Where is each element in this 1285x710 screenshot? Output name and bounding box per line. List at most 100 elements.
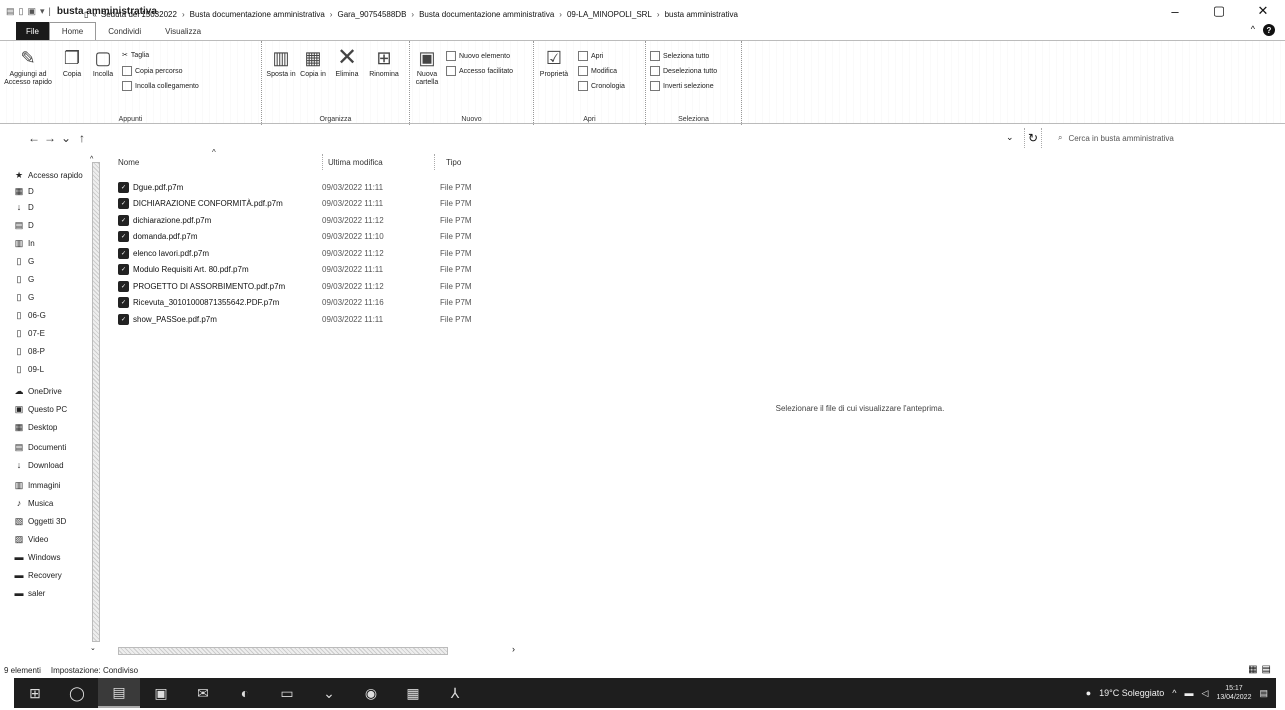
file-row[interactable]: ✓ show_PASSoe.pdf.p7m 09/03/2022 11:11 File… [118, 311, 518, 327]
maximize-button[interactable]: ▢ [1197, 0, 1241, 22]
ribbon-collapse-icon[interactable]: ^ [1251, 24, 1255, 36]
nav-item[interactable]: ▤ Documenti [14, 442, 94, 453]
nav-scroll-down-icon[interactable]: ⌄ [90, 644, 96, 652]
help-icon[interactable]: ? [1263, 24, 1275, 36]
search-taskbar-icon[interactable]: ◯ [56, 678, 98, 708]
file-row[interactable]: ✓ Dgue.pdf.p7m 09/03/2022 11:11 File P7M [118, 179, 518, 195]
properties-qat-icon[interactable]: ▯ [19, 6, 24, 17]
breadcrumb-3[interactable]: Busta documentazione amministrativa [419, 10, 554, 19]
file-row[interactable]: ✓ PROGETTO DI ASSORBIMENTO.pdf.p7m 09/03/2… [118, 278, 518, 294]
new-folder-button[interactable]: ▣ Nuova cartella [412, 47, 442, 87]
nav-item[interactable]: ↓ Download [14, 460, 94, 470]
file-row[interactable]: ✓ DICHIARAZIONE CONFORMITÀ.pdf.p7m 09/03/2… [118, 196, 518, 212]
tab-home[interactable]: Home [48, 22, 97, 40]
column-header-type[interactable]: Tipo [446, 158, 461, 167]
cut-button[interactable]: ✂ Taglia [122, 51, 149, 60]
nav-item[interactable]: ▧ Oggetti 3D [14, 516, 94, 527]
refresh-icon[interactable]: ↻ [1024, 128, 1042, 148]
breadcrumb-1[interactable]: Busta documentazione amministrativa [190, 10, 325, 19]
tab-share[interactable]: Condividi [96, 22, 153, 40]
up-arrow-icon[interactable]: ↑ [74, 131, 90, 145]
nav-item[interactable]: ▤ D [14, 220, 94, 231]
breadcrumb-0[interactable]: Seduta del 15032022 [101, 10, 177, 19]
breadcrumb-2[interactable]: Gara_90754588DB [337, 10, 406, 19]
notification-icon[interactable]: ▤ [1259, 688, 1268, 699]
nav-item[interactable]: ☁ OneDrive [14, 386, 94, 397]
open-button[interactable]: Apri [578, 51, 603, 61]
nav-item[interactable]: ↓ D [14, 202, 94, 212]
breadcrumb-4[interactable]: 09-LA_MINOPOLI_SRL [567, 10, 652, 19]
nav-item[interactable]: ▦ Desktop [14, 422, 94, 433]
easy-access-button[interactable]: Accesso facilitato [446, 66, 513, 76]
tab-view[interactable]: Visualizza [153, 22, 213, 40]
details-view-icon[interactable]: ▦ [1248, 664, 1257, 675]
horizontal-scrollbar[interactable] [118, 647, 448, 655]
column-header-modified[interactable]: Ultima modifica [328, 158, 383, 167]
nav-item[interactable]: ▯ 07-E [14, 328, 94, 339]
customize-qat-icon[interactable]: ▾ [40, 6, 45, 17]
history-button[interactable]: Cronologia [578, 81, 625, 91]
file-explorer-taskbar-icon[interactable]: ▤ [98, 678, 140, 708]
edit-button[interactable]: Modifica [578, 66, 617, 76]
tray-chevron-up-icon[interactable]: ^ [1172, 688, 1176, 698]
file-row[interactable]: ✓ dichiarazione.pdf.p7m 09/03/2022 11:12 Fi… [118, 212, 518, 228]
app3-taskbar-icon[interactable]: ▦ [392, 678, 434, 708]
invert-selection-button[interactable]: Inverti selezione [650, 81, 714, 91]
weather-text[interactable]: 19°C Soleggiato [1099, 688, 1164, 698]
hscroll-right-icon[interactable]: › [512, 644, 515, 654]
nav-item[interactable]: ▣ Questo PC [14, 404, 94, 415]
pin-quick-access-button[interactable]: ✎ Aggiungi ad Accesso rapido [4, 47, 52, 87]
file-row[interactable]: ✓ Modulo Requisiti Art. 80.pdf.p7m 09/03/2… [118, 262, 518, 278]
nav-item[interactable]: ▯ 09-L [14, 364, 94, 375]
nav-item[interactable]: ▯ G [14, 274, 94, 285]
nav-item[interactable]: ▬ Windows [14, 552, 94, 562]
acrobat-taskbar-icon[interactable]: ⅄ [434, 678, 476, 708]
minimize-button[interactable]: – [1153, 0, 1197, 22]
clock[interactable]: 15:17 13/04/2022 [1216, 684, 1251, 702]
file-row[interactable]: ✓ Ricevuta_30101000871355642.PDF.p7m 09/03… [118, 295, 518, 311]
copy-path-button[interactable]: Copia percorso [122, 66, 182, 76]
nav-item[interactable]: ▨ Video [14, 534, 94, 545]
windows-start-icon[interactable]: ⊞ [14, 678, 56, 708]
chrome-taskbar-icon[interactable]: ◉ [350, 678, 392, 708]
nav-item[interactable]: ▬ saler [14, 588, 94, 598]
app2-taskbar-icon[interactable]: ⌄ [308, 678, 350, 708]
nav-item[interactable]: ▯ 08-P [14, 346, 94, 357]
close-button[interactable]: ✕ [1241, 0, 1285, 22]
file-row[interactable]: ✓ domanda.pdf.p7m 09/03/2022 11:10 File P7M [118, 229, 518, 245]
nav-item[interactable]: ▯ G [14, 256, 94, 267]
nav-item[interactable]: ★ Accesso rapido [14, 170, 94, 181]
nav-item[interactable]: ▥ Immagini [14, 480, 94, 491]
app-taskbar-icon[interactable]: ▭ [266, 678, 308, 708]
nav-item[interactable]: ▦ D [14, 186, 94, 197]
select-none-button[interactable]: Deseleziona tutto [650, 66, 717, 76]
address-bar[interactable]: ▯ « Seduta del 15032022 › Busta documenta… [84, 4, 1014, 24]
network-icon[interactable]: ▬ [1185, 688, 1194, 698]
nav-item[interactable]: ▯ G [14, 292, 94, 303]
edge-taskbar-icon[interactable]: ◐ [224, 678, 266, 708]
large-icons-view-icon[interactable]: ▤ [1262, 664, 1271, 675]
rename-button[interactable]: ⊞ Rinomina [366, 47, 402, 79]
nav-item[interactable]: ▥ In [14, 238, 94, 249]
nav-item[interactable]: ♪ Musica [14, 498, 94, 508]
back-arrow-icon[interactable]: ← [26, 131, 42, 145]
new-folder-qat-icon[interactable]: ▣ [27, 6, 36, 17]
file-row[interactable]: ✓ elenco lavori.pdf.p7m 09/03/2022 11:12 Fi… [118, 245, 518, 261]
new-item-button[interactable]: Nuovo elemento [446, 51, 510, 61]
nav-item[interactable]: ▯ 06-G [14, 310, 94, 321]
search-box[interactable]: ⌕ Cerca in busta amministrativa [1052, 128, 1277, 148]
paste-button[interactable]: ▢ Incolla [88, 47, 118, 79]
recent-chevron-down-icon[interactable]: ⌄ [58, 131, 74, 145]
breadcrumb-5[interactable]: busta amministrativa [665, 10, 738, 19]
delete-button[interactable]: ✕ Elimina [332, 46, 362, 79]
copy-button[interactable]: ❐ Copia [58, 47, 86, 79]
column-header-name[interactable]: Nome [118, 158, 139, 167]
store-taskbar-icon[interactable]: ▣ [140, 678, 182, 708]
move-to-button[interactable]: ▥ Sposta in [266, 47, 296, 79]
mail-taskbar-icon[interactable]: ✉ [182, 678, 224, 708]
volume-icon[interactable]: ◁ [1202, 688, 1209, 699]
properties-button[interactable]: ☑ Proprietà [536, 47, 572, 79]
select-all-button[interactable]: Seleziona tutto [650, 51, 709, 61]
copy-to-button[interactable]: ▦ Copia in [298, 47, 328, 79]
forward-arrow-icon[interactable]: → [42, 131, 58, 145]
